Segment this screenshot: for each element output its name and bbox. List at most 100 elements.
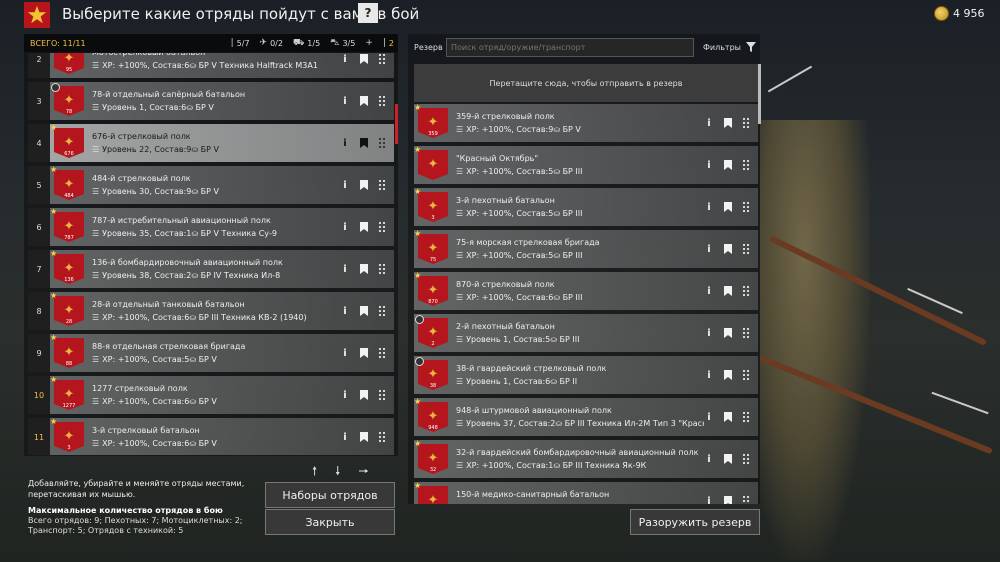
info-icon[interactable]: i — [340, 179, 350, 191]
bookmark-icon[interactable] — [724, 244, 732, 254]
roster-row[interactable]: 10 ✦ ★ 1277 1277 стрелковый полк ☰ XP: +100%, … — [28, 375, 394, 415]
bookmark-icon[interactable] — [724, 202, 732, 212]
info-icon[interactable]: i — [704, 327, 714, 339]
squad-card[interactable]: ✦ ★ 870 870-й стрелковый полк ☰ XP: +100%, Со… — [414, 272, 758, 310]
squad-card[interactable]: ✦ ★ 136 136-й бомбардировочный авиационный … — [50, 250, 394, 288]
drag-handle-icon[interactable] — [742, 159, 750, 171]
reserve-row[interactable]: ✦ ★ 3 3-й пехотный батальон ☰ XP: +100%, Сост… — [414, 188, 758, 228]
squad-card[interactable]: ✦ 78 78-й отдельный сапёрный батальон ☰ Уров… — [50, 82, 394, 120]
roster-row[interactable]: 6 ✦ ★ 787 787-й истребительный авиационный п… — [28, 207, 394, 247]
squad-card[interactable]: ✦ ★ 32 32-й гвардейский бомбардировочный ав… — [414, 440, 758, 478]
info-icon[interactable]: i — [704, 201, 714, 213]
filters-button[interactable]: Фильтры — [703, 42, 756, 52]
arrow-up-icon[interactable]: 🠕 — [312, 462, 317, 483]
drag-handle-icon[interactable] — [378, 389, 386, 401]
drag-handle-icon[interactable] — [378, 221, 386, 233]
drag-handle-icon[interactable] — [378, 95, 386, 107]
info-icon[interactable]: i — [340, 137, 350, 149]
drag-handle-icon[interactable] — [378, 179, 386, 191]
bookmark-icon[interactable] — [724, 496, 732, 504]
roster-row[interactable]: 8 ✦ ★ 28 28-й отдельный танковый батальон ☰ XP… — [28, 291, 394, 331]
squad-card[interactable]: ✦ ★ 28 28-й отдельный танковый батальон ☰ XP:… — [50, 292, 394, 330]
roster-row[interactable]: 3 ✦ 78 78-й отдельный сапёрный батальон ☰ Уро… — [28, 81, 394, 121]
roster-row[interactable]: 4 ✦ ★ 676 676-й стрелковый полк ☰ Уровень 22, … — [28, 123, 394, 163]
bookmark-icon[interactable] — [360, 180, 368, 190]
bookmark-icon[interactable] — [724, 370, 732, 380]
reserve-row[interactable]: ✦ ★ "Красный Октябрь" ☰ XP: +100%, Состав:5⛀… — [414, 146, 758, 186]
bookmark-icon[interactable] — [360, 138, 368, 148]
info-icon[interactable]: i — [704, 285, 714, 297]
close-button[interactable]: Закрыть — [265, 509, 395, 535]
reserve-row[interactable]: ✦★150-й медико-санитарный батальон☰i — [414, 482, 758, 504]
bookmark-icon[interactable] — [360, 96, 368, 106]
info-icon[interactable]: i — [704, 117, 714, 129]
squad-card[interactable]: ✦ ★ "Красный Октябрь" ☰ XP: +100%, Состав:5⛀… — [414, 146, 758, 184]
reserve-row[interactable]: ✦ ★ 870 870-й стрелковый полк ☰ XP: +100%, Со… — [414, 272, 758, 312]
drag-handle-icon[interactable] — [742, 117, 750, 129]
bookmark-icon[interactable] — [360, 306, 368, 316]
drag-handle-icon[interactable] — [378, 305, 386, 317]
reserve-row[interactable]: ✦ ★ 75 75-я морская стрелковая бригада ☰ XP: … — [414, 230, 758, 270]
drag-handle-icon[interactable] — [742, 285, 750, 297]
info-icon[interactable]: i — [704, 411, 714, 423]
bookmark-icon[interactable] — [360, 222, 368, 232]
info-icon[interactable]: i — [704, 159, 714, 171]
roster-row[interactable]: 11 ✦ ★ 3 3-й стрелковый батальон ☰ XP: +100%, … — [28, 417, 394, 455]
info-icon[interactable]: i — [704, 453, 714, 465]
squad-card[interactable]: ✦ 38 38-й гвардейский стрелковый полк ☰ Уров… — [414, 356, 758, 394]
reserve-row[interactable]: ✦ ★ 32 32-й гвардейский бомбардировочный ав… — [414, 440, 758, 480]
drag-handle-icon[interactable] — [378, 347, 386, 359]
squad-presets-button[interactable]: Наборы отрядов — [265, 482, 395, 508]
info-icon[interactable]: i — [704, 243, 714, 255]
squad-card[interactable]: ✦ ★ 88 88-я отдельная стрелковая бригада ☰ XP… — [50, 334, 394, 372]
squad-card[interactable]: ✦ ★ 359 359-й стрелковый полк ☰ XP: +100%, Со… — [414, 104, 758, 142]
drag-handle-icon[interactable] — [378, 137, 386, 149]
drag-handle-icon[interactable] — [742, 327, 750, 339]
squad-card[interactable]: ✦ 2 2-й пехотный батальон ☰ Уровень 1, Соста… — [414, 314, 758, 352]
info-icon[interactable]: i — [340, 53, 350, 65]
bookmark-icon[interactable] — [724, 454, 732, 464]
arrow-down-icon[interactable]: 🠗 — [335, 462, 340, 483]
bookmark-icon[interactable] — [360, 432, 368, 442]
reserve-row[interactable]: ✦ 2 2-й пехотный батальон ☰ Уровень 1, Соста… — [414, 314, 758, 354]
roster-row[interactable]: 2✦★95 Мотострелковый батальон ☰XP: +100%, … — [28, 53, 394, 79]
info-icon[interactable]: i — [340, 305, 350, 317]
squad-card[interactable]: ✦ ★ 3 3-й стрелковый батальон ☰ XP: +100%, Со… — [50, 418, 394, 455]
reserve-row[interactable]: ✦ ★ 359 359-й стрелковый полк ☰ XP: +100%, Со… — [414, 104, 758, 144]
bookmark-icon[interactable] — [724, 328, 732, 338]
drag-handle-icon[interactable] — [742, 243, 750, 255]
drag-handle-icon[interactable] — [378, 431, 386, 443]
squad-card[interactable]: ✦ ★ 3 3-й пехотный батальон ☰ XP: +100%, Сост… — [414, 188, 758, 226]
squad-card[interactable]: ✦ ★ 948 948-й штурмовой авиационный полк ☰ Ур… — [414, 398, 758, 436]
search-input[interactable] — [446, 38, 694, 57]
roster-row[interactable]: 9 ✦ ★ 88 88-я отдельная стрелковая бригада ☰ X… — [28, 333, 394, 373]
drag-handle-icon[interactable] — [742, 369, 750, 381]
reserve-scrollbar[interactable] — [758, 64, 761, 124]
reserve-dropzone[interactable]: Перетащите сюда, чтобы отправить в резер… — [414, 64, 758, 102]
squad-card[interactable]: ✦ ★ 1277 1277 стрелковый полк ☰ XP: +100%, Со… — [50, 376, 394, 414]
roster-scrollbar[interactable] — [395, 104, 398, 144]
squad-card[interactable]: ✦ ★ 484 484-й стрелковый полк ☰ Уровень 30, С… — [50, 166, 394, 204]
roster-row[interactable]: 5 ✦ ★ 484 484-й стрелковый полк ☰ Уровень 30, … — [28, 165, 394, 205]
squad-card[interactable]: ✦★95 Мотострелковый батальон ☰XP: +100%, С… — [50, 53, 394, 78]
info-icon[interactable]: i — [340, 389, 350, 401]
bookmark-icon[interactable] — [360, 390, 368, 400]
squad-card[interactable]: ✦★150-й медико-санитарный батальон☰i — [414, 482, 758, 504]
drag-handle-icon[interactable] — [378, 263, 386, 275]
bookmark-icon[interactable] — [724, 118, 732, 128]
disarm-reserve-button[interactable]: Разоружить резерв — [630, 509, 760, 535]
squad-card[interactable]: ✦ ★ 676 676-й стрелковый полк ☰ Уровень 22, С… — [50, 124, 394, 162]
info-icon[interactable]: i — [340, 347, 350, 359]
drag-handle-icon[interactable] — [742, 411, 750, 423]
drag-handle-icon[interactable] — [742, 495, 750, 504]
info-icon[interactable]: i — [704, 369, 714, 381]
drag-handle-icon[interactable] — [742, 453, 750, 465]
help-button[interactable]: ? — [358, 3, 378, 23]
bookmark-icon[interactable] — [724, 286, 732, 296]
info-icon[interactable]: i — [340, 263, 350, 275]
bookmark-icon[interactable] — [724, 412, 732, 422]
info-icon[interactable]: i — [340, 431, 350, 443]
info-icon[interactable]: i — [340, 95, 350, 107]
drag-handle-icon[interactable] — [742, 201, 750, 213]
squad-card[interactable]: ✦ ★ 787 787-й истребительный авиационный по… — [50, 208, 394, 246]
